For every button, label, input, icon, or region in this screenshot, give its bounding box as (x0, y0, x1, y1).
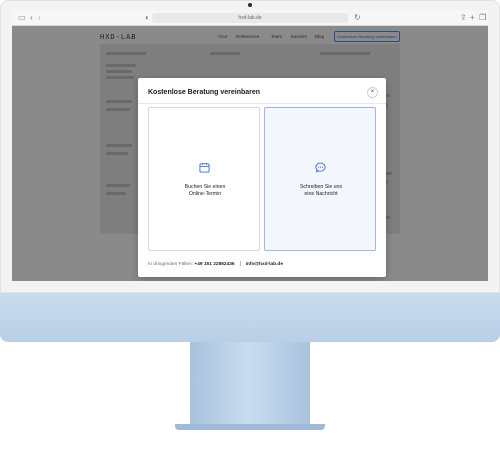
ghost-text (106, 52, 146, 55)
close-icon: × (370, 89, 375, 95)
camera-dot (248, 3, 252, 7)
ghost-text (106, 144, 132, 147)
ghost-text (106, 76, 134, 79)
email-link[interactable]: info@hxd-lab.de (246, 262, 283, 267)
send-message-option[interactable]: Schreiben Sie uns eine Nachricht (264, 107, 376, 251)
ghost-text (210, 52, 240, 55)
browser-window: ▭ ‹ › ◐ hxd-lab.de ↻ ⇪ + ❐ HXD-LAB Start… (12, 10, 488, 281)
option-label-line1: Schreiben Sie uns (299, 184, 343, 190)
ghost-text (106, 184, 130, 187)
privacy-shield-icon: ◐ (145, 13, 150, 22)
option-label: Buchen Sie einen Online-Termin (155, 184, 255, 198)
modal-divider (138, 103, 386, 104)
website-backdrop: HXD-LAB Start Referenzen Team Karriere B… (12, 26, 488, 281)
nav-link-blog[interactable]: Blog (315, 34, 324, 39)
modal-footer: In dringenden Fällen: +49 151 22852436 in… (148, 261, 283, 267)
monitor-bezel: ▭ ‹ › ◐ hxd-lab.de ↻ ⇪ + ❐ HXD-LAB Start… (0, 0, 500, 293)
browser-toolbar: ▭ ‹ › ◐ hxd-lab.de ↻ ⇪ + ❐ (12, 10, 488, 26)
footer-separator (239, 261, 241, 266)
desktop-mockup: ▭ ‹ › ◐ hxd-lab.de ↻ ⇪ + ❐ HXD-LAB Start… (0, 0, 500, 450)
consultation-modal: Kostenlose Beratung vereinbaren × Buchen… (138, 78, 386, 277)
footer-prefix: In dringenden Fällen: (148, 262, 194, 267)
option-label-line2: eine Nachricht (304, 191, 338, 197)
book-appointment-option[interactable]: Buchen Sie einen Online-Termin (148, 107, 260, 251)
back-icon[interactable]: ‹ (30, 13, 33, 23)
calendar-icon (199, 162, 210, 173)
chat-bubble-icon (315, 162, 326, 173)
option-label: Schreiben Sie uns eine Nachricht (271, 184, 371, 198)
option-label-line2: Online-Termin (188, 191, 222, 197)
sidebar-toggle-icon[interactable]: ▭ (18, 13, 26, 23)
url-text: hxd-lab.de (238, 15, 262, 21)
ghost-text (320, 52, 370, 55)
forward-icon[interactable]: › (38, 13, 41, 23)
monitor-base (175, 424, 325, 430)
ghost-text (106, 100, 132, 103)
option-label-line1: Buchen Sie einen (184, 184, 226, 190)
nav-cta-button[interactable]: Kostenlose Beratung vereinbaren (334, 31, 400, 42)
phone-link[interactable]: +49 151 22852436 (194, 262, 234, 267)
monitor: ▭ ‹ › ◐ hxd-lab.de ↻ ⇪ + ❐ HXD-LAB Start… (0, 0, 500, 342)
nav-link-referenzen[interactable]: Referenzen (236, 34, 259, 39)
share-icon[interactable]: ⇪ (460, 13, 467, 23)
ghost-text (106, 70, 132, 73)
reload-icon[interactable]: ↻ (354, 13, 361, 23)
tabs-overview-icon[interactable]: ❐ (479, 13, 486, 23)
nav-link-start[interactable]: Start (218, 34, 228, 39)
address-bar[interactable]: hxd-lab.de (152, 13, 348, 23)
close-button[interactable]: × (367, 87, 378, 98)
ghost-text (106, 152, 128, 155)
new-tab-icon[interactable]: + (470, 13, 475, 23)
nav-link-team[interactable]: Team (271, 34, 282, 39)
ghost-text (106, 108, 130, 111)
nav-link-karriere[interactable]: Karriere (291, 34, 307, 39)
monitor-stand (190, 342, 310, 426)
modal-title: Kostenlose Beratung vereinbaren (148, 89, 261, 96)
ghost-text (106, 64, 136, 67)
monitor-chin (0, 293, 500, 342)
ghost-text (106, 192, 126, 195)
site-logo[interactable]: HXD-LAB (100, 33, 137, 41)
